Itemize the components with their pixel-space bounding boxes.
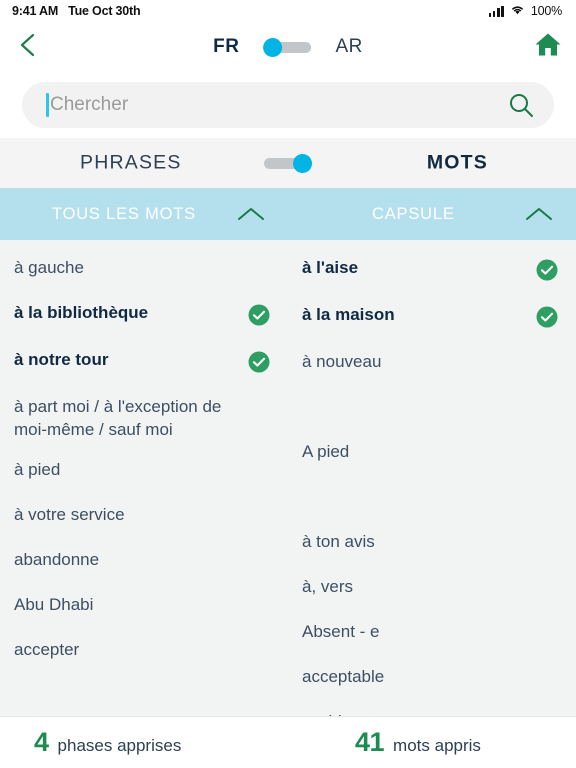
column-header-all-words[interactable]: TOUS LES MOTS [0,188,288,240]
language-toggle-group: FR AR [213,36,363,58]
list-item-empty [288,477,576,522]
list-item-label: Absent - e [302,622,380,641]
list-item-label: à la maison [302,305,395,324]
chevron-up-icon[interactable] [524,205,554,223]
list-item-label: à gauche [14,258,84,277]
list-item[interactable]: à part moi / à l'exception de moi-même /… [0,387,288,450]
list-item-label: à notre tour [14,350,109,369]
column-title: TOUS LES MOTS [52,204,196,223]
list-item[interactable]: à votre service [0,495,288,540]
back-button[interactable] [0,31,56,64]
check-circle-icon [536,306,558,333]
status-date: Tue Oct 30th [68,4,141,18]
nav-bar: FR AR [0,22,576,72]
search-input[interactable] [49,94,508,116]
list-item[interactable]: Abu Dhabi [0,585,288,630]
word-lists: à gauche à la bibliothèque à notre tour à p… [0,240,576,716]
mode-switch-knob [293,154,312,173]
phrases-learned-label: phases apprises [57,736,182,755]
status-time: 9:41 AM [12,4,59,18]
check-circle-icon [248,304,270,331]
language-label-ar[interactable]: AR [335,36,362,58]
list-item-label: abandonne [14,550,100,570]
search-box[interactable] [22,82,554,128]
list-item[interactable]: à l'aise [288,248,576,295]
list-item[interactable]: à pied [0,450,288,495]
words-learned-label: mots appris [393,736,481,755]
column-header-capsule[interactable]: CAPSULE [288,188,576,240]
list-item-label: accident [302,711,528,716]
home-icon [534,32,562,63]
language-label-fr[interactable]: FR [213,36,239,58]
list-item[interactable]: A pied [288,432,576,477]
list-item-label: à pied [14,460,61,480]
capsule-list[interactable]: à l'aise à la maison à nouveau A pied à ton … [288,240,576,716]
list-item-label: à, vers [302,577,354,596]
list-item-label: à la bibliothèque [14,303,149,322]
list-item-empty [288,387,576,432]
words-learned-count: 41 [355,727,385,757]
list-item-label: Abu Dhabi [14,595,94,615]
home-button[interactable] [534,32,562,63]
list-item[interactable]: abandonne [0,540,288,585]
search-bar-container [0,72,576,138]
status-bar: 9:41 AM Tue Oct 30th 100% [0,0,576,22]
list-item[interactable]: à la bibliothèque [0,293,288,340]
chevron-left-icon [18,31,38,64]
list-item-label: à l'aise [302,258,359,277]
column-header-bar: TOUS LES MOTS CAPSULE [0,188,576,240]
check-circle-icon [248,351,270,378]
column-title: CAPSULE [372,204,455,223]
cellular-bars-icon [488,5,504,17]
mode-label-mots[interactable]: MOTS [427,152,488,175]
chevron-up-icon[interactable] [236,205,266,223]
list-item-label: acceptable [302,667,385,686]
phrases-learned-stat: 4 phases apprises [0,727,255,758]
words-learned-stat: 41 mots appris [255,727,576,758]
list-item[interactable]: Absent - e [288,612,576,657]
list-item[interactable]: accident [288,702,576,716]
list-item-label: à part moi / à l'exception de moi-même /… [14,397,222,439]
mode-label-phrases[interactable]: PHRASES [80,152,182,175]
list-item[interactable]: acceptable [288,657,576,702]
battery-percent: 100% [530,4,562,18]
search-icon[interactable] [508,92,534,118]
mode-toggle-row: PHRASES MOTS [0,138,576,188]
list-item[interactable]: à la maison [288,295,576,342]
bottom-stats-bar: 4 phases apprises 41 mots appris [0,716,576,768]
list-item[interactable]: accepter [0,630,288,675]
all-words-list[interactable]: à gauche à la bibliothèque à notre tour à p… [0,240,288,716]
list-item-label: à nouveau [302,352,382,371]
phrases-learned-count: 4 [34,727,49,757]
list-item[interactable]: à, vers [288,567,576,612]
mode-switch[interactable] [264,154,312,173]
list-item[interactable]: à ton avis [288,522,576,567]
language-switch[interactable] [263,38,312,57]
check-circle-icon [536,259,558,286]
list-item-label: A pied [302,442,350,461]
status-right-group: 100% [488,4,562,18]
wifi-icon [510,4,525,18]
list-item[interactable]: à nouveau [288,342,576,387]
list-item[interactable]: à gauche [0,248,288,293]
language-switch-knob [263,38,283,57]
list-item-label: à ton avis [302,532,375,551]
list-item[interactable]: à notre tour [0,340,288,387]
list-item-label: accepter [14,640,80,660]
list-item-label: à votre service [14,505,125,525]
